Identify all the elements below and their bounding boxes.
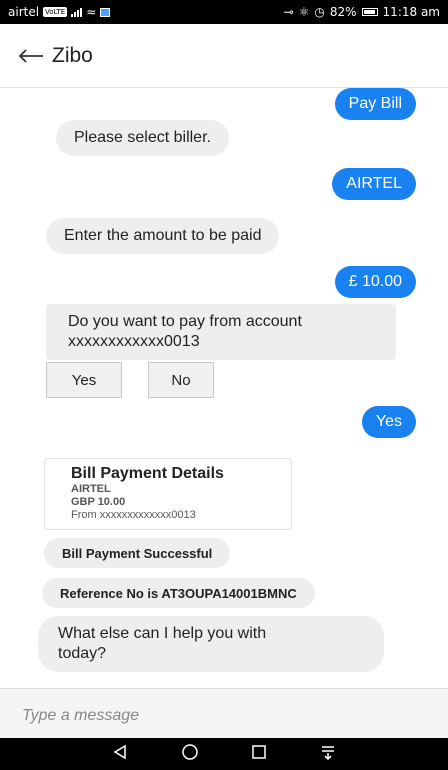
chat-title: Zibo (52, 43, 93, 67)
bot-message-account-question: Do you want to pay from account xxxxxxxx… (46, 304, 396, 360)
user-message-airtel: AIRTEL (332, 168, 416, 200)
bot-message-select-biller: Please select biller. (56, 120, 229, 156)
account-question-line1: Do you want to pay from account (68, 313, 302, 330)
chat-area[interactable]: Pay Bill Please select biller. AIRTEL En… (0, 88, 448, 688)
bot-message-reference: Reference No is AT3OUPA14001BMNC (42, 578, 315, 608)
nav-recents-icon[interactable] (251, 744, 267, 765)
card-biller: AIRTEL (71, 483, 111, 495)
key-icon: ⊸ (283, 5, 294, 19)
wifi-icon: ≈ (86, 5, 97, 19)
message-input-bar[interactable]: Type a message (0, 688, 448, 738)
bot-message-success: Bill Payment Successful (44, 538, 231, 568)
status-bar: airtel VoLTE ≈ ⊸ ⚛ ◷ 82% 11:18 am (0, 0, 448, 24)
user-message-pay-bill: Pay Bill (334, 88, 416, 120)
bot-message-help: What else can I help you with today? (38, 616, 384, 672)
nav-home-icon[interactable] (181, 743, 199, 766)
help-line1: What else can I help you with (58, 625, 267, 642)
message-input[interactable]: Type a message (22, 707, 139, 724)
help-line2: today? (58, 645, 107, 662)
user-message-yes: Yes (361, 406, 416, 438)
user-message-amount: £ 10.00 (334, 266, 416, 298)
nav-notifications-icon[interactable] (320, 744, 336, 765)
notification-icon (100, 7, 111, 17)
app-bar: Zibo (0, 24, 448, 88)
card-title: Bill Payment Details (71, 465, 224, 482)
no-option-button[interactable]: No (148, 362, 214, 398)
battery-icon (361, 8, 378, 16)
volte-icon: VoLTE (43, 7, 68, 17)
mute-icon: ⚛ (298, 5, 310, 19)
yes-option-button[interactable]: Yes (46, 362, 122, 398)
nav-back-icon[interactable] (112, 744, 128, 765)
bill-payment-card: Bill Payment Details AIRTEL GBP 10.00 Fr… (44, 458, 292, 530)
card-from-account: From xxxxxxxxxxxxx0013 (71, 509, 196, 521)
card-amount: GBP 10.00 (71, 496, 126, 508)
clock: 11:18 am (382, 5, 440, 19)
alarm-icon: ◷ (314, 5, 325, 19)
signal-icon (71, 7, 83, 17)
bot-message-enter-amount: Enter the amount to be paid (46, 218, 280, 254)
carrier-label: airtel (8, 5, 40, 19)
system-nav-bar (0, 738, 448, 770)
account-question-line2: xxxxxxxxxxxx0013 (68, 333, 200, 350)
battery-percent: 82% (329, 5, 357, 19)
back-arrow-icon[interactable] (18, 46, 44, 66)
